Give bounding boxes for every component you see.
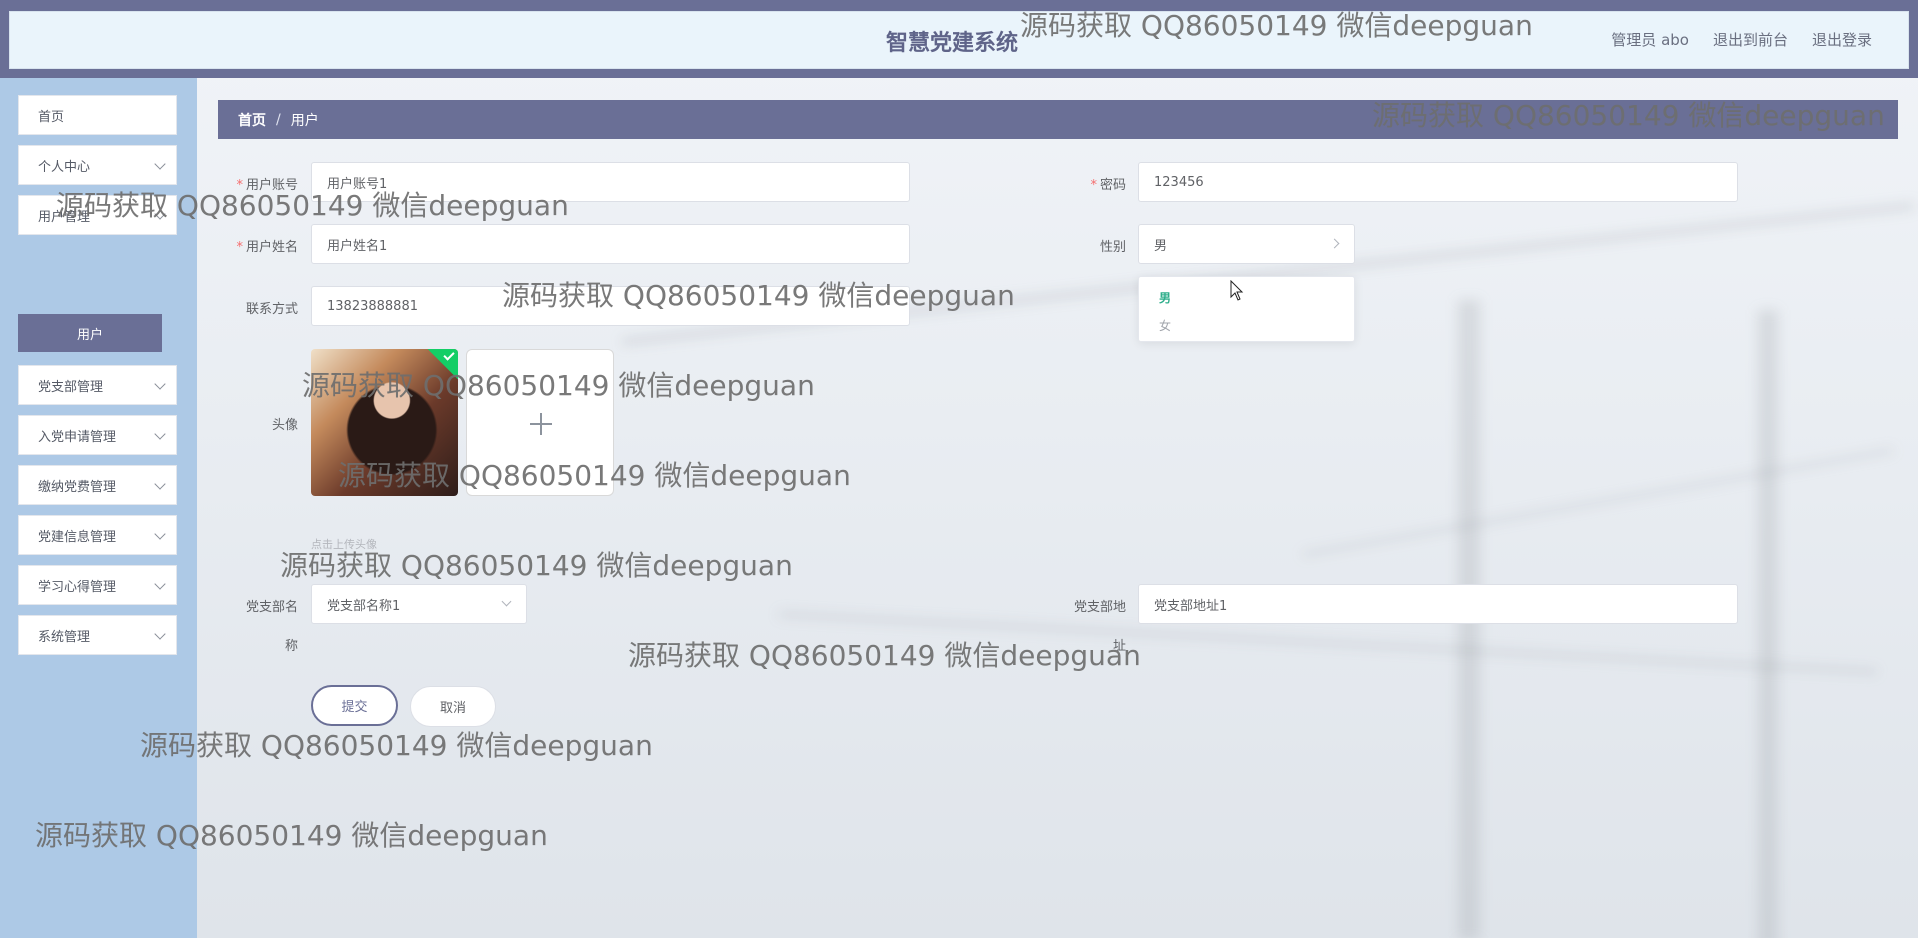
branch-name-selected-value: 党支部名称1 xyxy=(327,598,401,614)
sidebar-item-label: 党建信息管理 xyxy=(38,529,117,545)
avatar-label: 头像 xyxy=(271,418,298,433)
back-to-frontend-link[interactable]: 退出到前台 xyxy=(1713,29,1788,50)
chevron-down-icon xyxy=(501,596,512,607)
sidebar-item-label: 系统管理 xyxy=(38,629,91,645)
submit-button[interactable]: 提交 xyxy=(311,685,398,726)
sidebar-item-application-management[interactable]: 入党申请管理 xyxy=(18,415,177,455)
watermark-text: 源码获取 QQ86050149 微信deepguan xyxy=(302,369,815,402)
password-label: * 密码 xyxy=(1090,178,1126,193)
sidebar-item-study-notes-management[interactable]: 学习心得管理 xyxy=(18,565,177,605)
phone-label: 联系方式 xyxy=(245,302,298,317)
sidebar-subitem-user[interactable]: 用户 xyxy=(18,314,162,352)
watermark-text: 源码获取 QQ86050149 微信deepguan xyxy=(56,189,569,222)
cancel-button[interactable]: 取消 xyxy=(410,686,496,727)
admin-user-label: 管理员 abo xyxy=(1611,31,1689,49)
logout-link[interactable]: 退出登录 xyxy=(1812,29,1872,50)
sidebar-item-party-info-management[interactable]: 党建信息管理 xyxy=(18,515,177,555)
sidebar-item-label: 党支部管理 xyxy=(38,379,104,395)
breadcrumb-separator: / xyxy=(276,111,281,128)
watermark-text: 源码获取 QQ86050149 微信deepguan xyxy=(140,729,653,762)
gender-selected-value: 男 xyxy=(1154,238,1168,254)
breadcrumb-home[interactable]: 首页 xyxy=(238,110,266,130)
watermark-text: 源码获取 QQ86050149 微信deepguan xyxy=(1372,99,1885,132)
top-header: 智慧党建系统 管理员 abo 退出到前台 退出登录 xyxy=(0,0,1918,78)
branch-name-label-wrap: 称 xyxy=(284,639,298,654)
chevron-down-icon xyxy=(154,578,166,590)
chevron-down-icon xyxy=(154,428,166,440)
sidebar-item-dues-management[interactable]: 缴纳党费管理 xyxy=(18,465,177,505)
watermark-text: 源码获取 QQ86050149 微信deepguan xyxy=(280,549,793,582)
sidebar-item-home[interactable]: 首页 xyxy=(18,95,177,135)
sidebar-item-personal-center[interactable]: 个人中心 xyxy=(18,145,177,185)
sidebar-item-label: 入党申请管理 xyxy=(38,429,117,445)
chevron-down-icon xyxy=(154,378,166,390)
branch-address-field[interactable]: 党支部地址1 xyxy=(1138,584,1738,624)
sidebar-item-label: 学习心得管理 xyxy=(38,579,117,595)
gender-select[interactable]: 男 xyxy=(1138,224,1355,264)
name-field[interactable]: 用户姓名1 xyxy=(311,224,910,264)
breadcrumb-current: 用户 xyxy=(290,112,319,129)
gender-option-male[interactable]: 男 xyxy=(1159,289,1171,306)
watermark-text: 源码获取 QQ86050149 微信deepguan xyxy=(35,819,548,852)
chevron-down-icon xyxy=(154,528,166,540)
sidebar-item-branch-management[interactable]: 党支部管理 xyxy=(18,365,177,405)
gender-option-female[interactable]: 女 xyxy=(1159,317,1171,334)
branch-name-select[interactable]: 党支部名称1 xyxy=(311,584,527,624)
watermark-text: 源码获取 QQ86050149 微信deepguan xyxy=(628,639,1141,672)
header-links: 管理员 abo 退出到前台 退出登录 xyxy=(1611,29,1872,50)
chevron-down-icon xyxy=(154,158,166,170)
mouse-cursor-icon xyxy=(1230,280,1244,301)
gender-dropdown: 男 女 xyxy=(1138,276,1355,342)
chevron-down-icon xyxy=(154,628,166,640)
chevron-right-icon xyxy=(1329,238,1340,249)
watermark-text: 源码获取 QQ86050149 微信deepguan xyxy=(338,459,851,492)
watermark-text: 源码获取 QQ86050149 微信deepguan xyxy=(502,279,1015,312)
password-field[interactable]: 123456 xyxy=(1138,162,1738,202)
sidebar-item-label: 个人中心 xyxy=(38,159,91,175)
sidebar-item-label: 缴纳党费管理 xyxy=(38,479,117,495)
branch-address-label: 党支部地 xyxy=(1073,600,1126,615)
name-label: * 用户姓名 xyxy=(236,240,298,255)
branch-name-label: 党支部名 xyxy=(245,600,298,615)
sidebar-item-label: 首页 xyxy=(38,109,65,125)
chevron-down-icon xyxy=(154,478,166,490)
app-title: 智慧党建系统 xyxy=(886,31,1019,56)
sidebar-item-system-management[interactable]: 系统管理 xyxy=(18,615,177,655)
gender-label: 性别 xyxy=(1099,240,1126,255)
watermark-text: 源码获取 QQ86050149 微信deepguan xyxy=(1020,9,1533,42)
